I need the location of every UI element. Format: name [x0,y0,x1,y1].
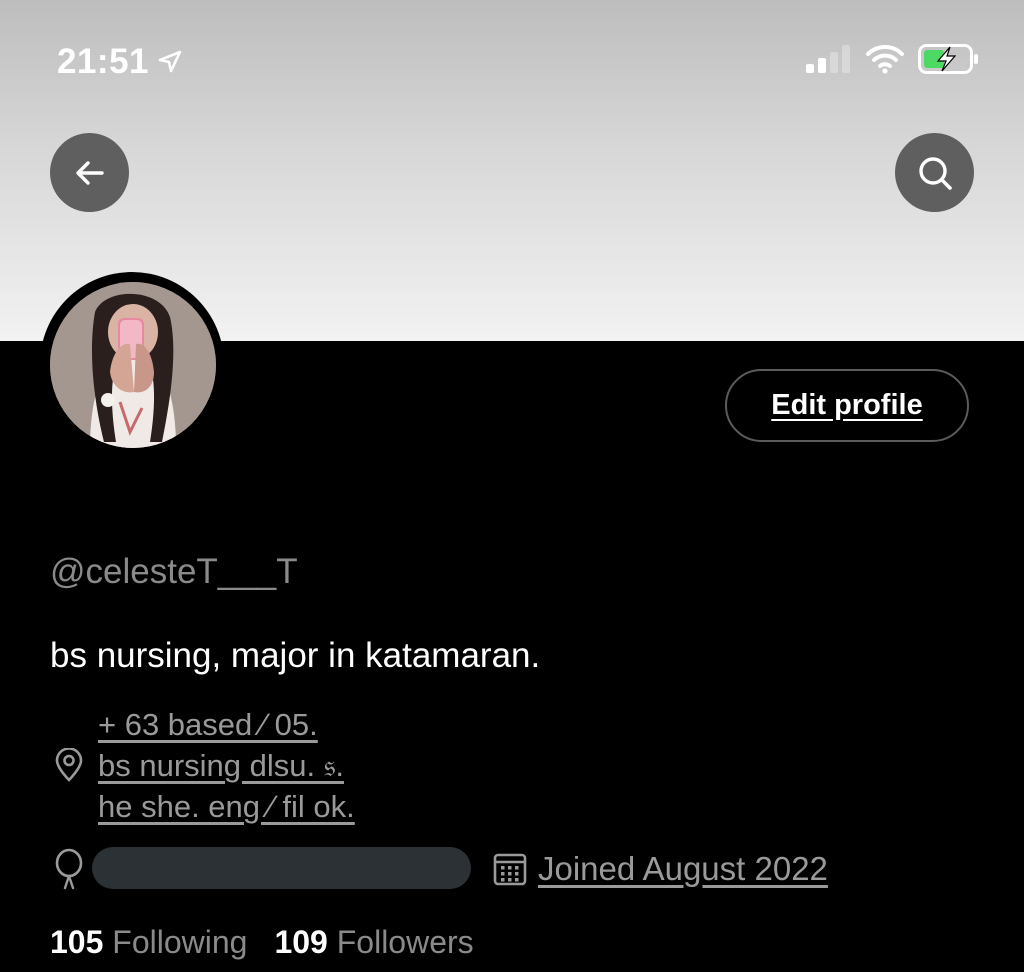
location-line[interactable]: bs nursing dlsu. 𝔰. [98,745,355,786]
followers-count: 109 [274,924,328,960]
avatar-photo [50,282,216,448]
profile-location[interactable]: + 63 based ∕ 05. bs nursing dlsu. 𝔰. he … [98,704,355,827]
location-line[interactable]: + 63 based ∕ 05. [98,704,355,745]
following-link[interactable]: 105 Following [50,924,247,961]
following-count: 105 [50,924,104,960]
profile-bio: bs nursing, major in katamaran. [50,636,541,675]
joined-date: Joined August 2022 [538,850,828,887]
following-label: Following [112,924,248,960]
avatar[interactable] [50,282,216,448]
location-line[interactable]: he she. eng ∕ fil ok. [98,786,355,827]
wifi-icon [866,44,904,74]
arrow-left-icon [75,160,104,185]
calendar-icon [493,853,527,886]
redacted-website-link[interactable] [92,847,471,889]
followers-link[interactable]: 109 Followers [274,924,473,961]
link-balloon-icon [55,848,83,890]
profile-handle: @celesteT___T [50,552,298,591]
status-bar-time: 21:51 [57,42,183,82]
battery-charging-icon [918,44,978,74]
followers-label: Followers [336,924,474,960]
status-bar-indicators [806,44,980,74]
cellular-signal-icon [806,45,850,73]
edit-profile-button[interactable]: Edit profile [725,369,969,442]
location-arrow-icon [158,50,182,73]
time-label: 21:51 [57,42,150,81]
location-pin-icon [55,748,83,782]
search-button[interactable] [895,133,974,212]
back-button[interactable] [50,133,129,212]
follow-counts: 105 Following 109 Followers [50,924,474,961]
search-icon [918,156,952,190]
